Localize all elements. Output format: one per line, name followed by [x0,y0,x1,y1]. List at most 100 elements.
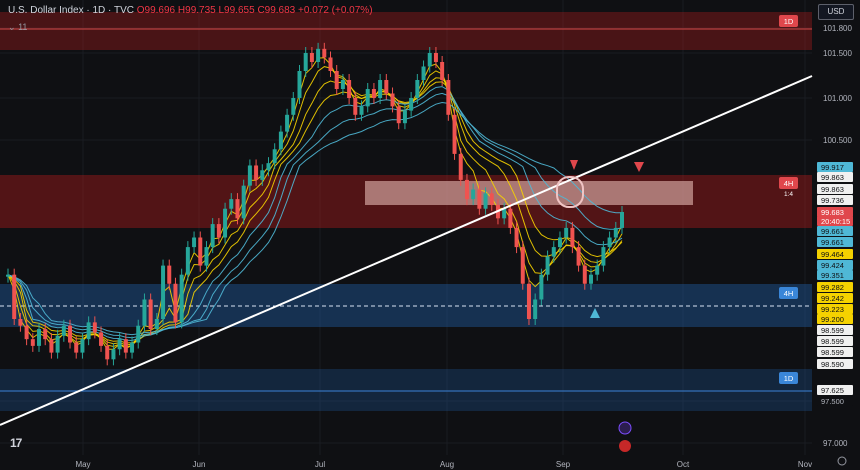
indicators-toggle[interactable]: ⌄ 11 [8,22,27,33]
candle-body [260,170,265,180]
candle-body [508,208,513,228]
candle-body [458,153,463,180]
candle-body [18,319,23,326]
candle-body [297,71,302,98]
candle-body [477,189,482,209]
price-label: 98.590 [821,360,844,369]
price-label: 99.351 [821,271,844,280]
candle-body [185,247,190,275]
candle-body [291,98,296,115]
candle-body [601,247,606,266]
candle-body [533,299,538,319]
candle-body [576,247,581,266]
candle-body [235,199,240,219]
zone-timeframe-label: 1D [784,374,794,383]
x-tick-label: Nov [798,460,812,469]
candle-body [80,339,85,353]
zone-supply [0,12,812,50]
candle-body [12,274,17,319]
candle-body [111,349,116,360]
y-tick-label: 97.000 [823,439,848,448]
candle-body [192,237,197,248]
close-value: C99.683 [257,5,296,16]
candle-body [433,53,438,62]
candle-body [570,227,575,248]
candle-body [489,193,494,205]
candle-body [278,131,283,150]
x-tick-label: Aug [440,460,454,469]
price-label: 99.863 [821,173,844,182]
price-label: 99.223 [821,305,844,314]
x-tick-label: May [75,460,90,469]
candle-body [167,265,172,284]
zone-timeframe-label: 1D [784,17,794,26]
candle-body [204,247,209,266]
candle-body [384,80,389,94]
candle-body [37,329,42,346]
candle-body [427,53,432,67]
candle-body [545,256,550,275]
price-label: 99.242 [821,294,844,303]
y-tick-label: 100.500 [823,136,852,145]
candle-body [452,114,457,154]
candle-body [483,193,488,209]
price-label: 20:40:15 [821,217,850,226]
currency-button[interactable]: USD [818,4,854,20]
candle-body [526,283,531,319]
candle-body [415,80,420,98]
price-label: 99.424 [821,261,844,270]
price-axis[interactable]: 101.800 101.500 101.000 100.500 97.500 97.000… [814,0,860,470]
candle-body [539,274,544,300]
x-tick-label: Oct [677,460,690,469]
candle-body [440,62,445,80]
price-label: 97.500 [821,397,844,406]
chart-canvas[interactable]: 1D 4H 4H 1D 1:4 101.800 101.500 101.000 100.500… [0,0,860,470]
price-label: 99.464 [821,250,844,259]
risk-reward-label: 1:4 [784,191,793,198]
candle-body [30,339,35,346]
x-tick-label: Sep [556,460,571,469]
candle-body [347,80,352,98]
price-label: 99.736 [821,196,844,205]
candle-body [557,237,562,248]
chevron-down-icon: ⌄ [8,22,16,32]
y-tick-label: 101.800 [823,24,852,33]
price-label: 99.200 [821,315,844,324]
chart-header: U.S. Dollar Index · 1D · TVC O99.696 H99… [8,5,373,16]
candle-body [247,165,252,186]
candle-body [378,80,383,98]
flag-icon [619,440,631,452]
candle-body [365,89,370,107]
price-label: 99.917 [821,163,844,172]
candle-body [607,237,612,248]
candle-body [613,227,618,238]
candle-body [588,274,593,284]
candle-body [340,80,345,89]
candle-body [216,224,221,238]
candle-body [582,265,587,284]
candle-body [223,208,228,238]
event-icon [618,421,632,435]
candle-body [620,212,624,228]
candle-body [123,339,128,353]
zone-timeframe-label: 4H [784,179,794,188]
candle-body [514,227,519,248]
price-label: 99.661 [821,238,844,247]
price-label: 97.625 [821,386,844,395]
candle-body [396,106,401,124]
price-label: 99.863 [821,185,844,194]
candle-body [502,208,507,219]
candle-body [179,274,184,323]
candle-body [328,57,333,71]
candle-body [198,237,203,266]
candle-body [353,98,358,115]
candle-body [309,53,314,62]
symbol-title[interactable]: U.S. Dollar Index · 1D · TVC [8,5,134,16]
candle-body [446,80,451,115]
price-label: 99.282 [821,283,844,292]
candle-body [86,322,91,340]
candle-body [402,110,407,124]
candle-body [49,339,54,353]
candle-body [117,339,122,350]
candle-body [359,106,364,115]
